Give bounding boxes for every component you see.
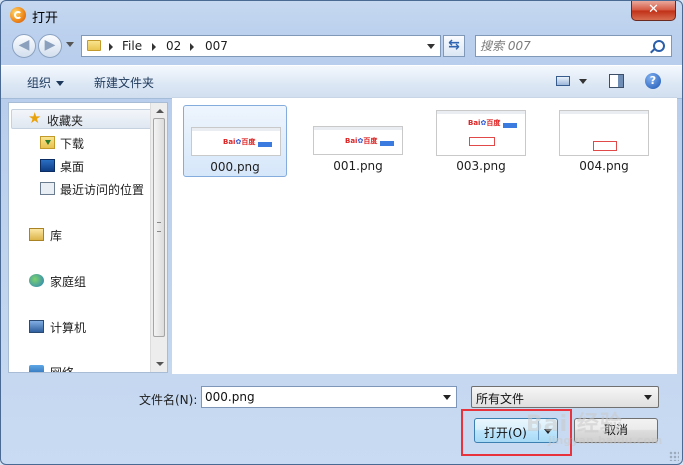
sidebar-item-homegroup[interactable]: 家庭组 xyxy=(9,271,151,291)
sidebar-scrollbar[interactable] xyxy=(150,103,167,372)
preview-pane-icon[interactable] xyxy=(609,74,624,88)
file-item[interactable]: 004.png xyxy=(552,105,656,177)
resize-grip-icon[interactable] xyxy=(669,451,679,461)
back-button[interactable]: ◀ xyxy=(12,34,36,58)
close-button[interactable]: ✕ xyxy=(631,1,676,21)
forward-button[interactable]: ▶ xyxy=(38,34,62,58)
sidebar-item-label: 桌面 xyxy=(60,160,85,174)
breadcrumb-separator-icon[interactable] xyxy=(109,43,113,51)
sidebar-item-label: 收藏夹 xyxy=(47,114,84,128)
network-icon xyxy=(29,365,44,372)
star-icon: ★ xyxy=(28,109,42,127)
sidebar-item-label: 网络 xyxy=(50,366,75,373)
file-thumbnail: Bai✿百度 xyxy=(313,126,403,155)
forward-arrow-icon: ▶ xyxy=(44,37,56,53)
new-folder-button[interactable]: 新建文件夹 xyxy=(94,74,154,91)
downloads-folder-icon xyxy=(40,136,55,149)
sidebar-item-network[interactable]: 网络 xyxy=(9,362,151,373)
open-file-dialog: 打开 ✕ ◀ ▶ File 02 007 ⇆ 组织 新建文件夹 ? ★ 收藏夹 xyxy=(0,0,683,465)
baidu-logo: Bai✿百度 xyxy=(223,138,256,146)
sidebar-item-desktop[interactable]: 桌面 xyxy=(9,156,151,176)
filename-label: 文件名(N): xyxy=(139,393,198,407)
breadcrumb-separator-icon[interactable] xyxy=(190,43,194,51)
baidu-logo: Bai✿百度 xyxy=(468,119,501,127)
breadcrumb-separator-icon[interactable] xyxy=(152,43,156,51)
file-item[interactable]: Bai✿百度 003.png xyxy=(429,105,533,177)
sidebar-item-label: 计算机 xyxy=(50,321,87,335)
file-type-value: 所有文件 xyxy=(476,392,525,406)
search-input[interactable] xyxy=(480,38,640,54)
file-name: 004.png xyxy=(579,159,629,173)
breadcrumb-item[interactable]: 02 xyxy=(166,39,181,53)
organize-label: 组织 xyxy=(27,76,52,90)
file-item[interactable]: Bai✿百度 000.png xyxy=(183,105,287,177)
watermark: Bai 经验 jingyan.baidu.com xyxy=(526,412,663,447)
organize-menu-button[interactable]: 组织 xyxy=(27,74,65,91)
file-list: Bai✿百度 000.png Bai✿百度 001.png Bai✿百度 003… xyxy=(172,97,677,374)
chevron-down-icon xyxy=(644,395,652,400)
chevron-down-icon xyxy=(56,81,65,86)
file-name: 000.png xyxy=(210,160,260,174)
grip-icon xyxy=(157,222,161,232)
breadcrumb-item[interactable]: File xyxy=(122,39,142,53)
desktop-icon xyxy=(40,159,55,172)
sidebar-item-label: 下载 xyxy=(60,137,85,151)
change-view-icon[interactable] xyxy=(556,76,570,86)
file-item[interactable]: Bai✿百度 001.png xyxy=(306,105,410,177)
sidebar-item-libraries[interactable]: 库 xyxy=(9,225,151,245)
close-icon: ✕ xyxy=(648,2,659,17)
file-type-select[interactable]: 所有文件 xyxy=(471,386,659,408)
recent-places-icon xyxy=(40,182,55,195)
file-name: 003.png xyxy=(456,159,506,173)
scrollbar-thumb[interactable] xyxy=(153,118,165,337)
file-name: 001.png xyxy=(333,159,383,173)
recent-pages-dropdown-icon[interactable] xyxy=(66,42,74,47)
sidebar-item-label: 家庭组 xyxy=(50,275,87,289)
refresh-icon: ⇆ xyxy=(448,37,460,53)
command-toolbar: 组织 新建文件夹 ? xyxy=(1,65,682,99)
sidebar-item-computer[interactable]: 计算机 xyxy=(9,317,151,337)
sidebar-item-label: 最近访问的位置 xyxy=(60,183,145,197)
navigation-pane: ★ 收藏夹 下载 桌面 最近访问的位置 库 家庭组 计算机 网络 xyxy=(8,102,168,373)
filename-combobox[interactable] xyxy=(201,386,457,408)
file-thumbnail xyxy=(559,110,649,156)
search-box[interactable] xyxy=(475,35,672,57)
search-icon[interactable] xyxy=(653,40,665,52)
filename-field[interactable] xyxy=(205,390,435,404)
baidu-logo: Bai✿百度 xyxy=(345,137,378,145)
help-icon[interactable]: ? xyxy=(645,73,661,89)
refresh-button[interactable]: ⇆ xyxy=(443,35,465,57)
sidebar-item-recent-places[interactable]: 最近访问的位置 xyxy=(9,179,151,199)
libraries-icon xyxy=(29,228,44,241)
computer-icon xyxy=(29,320,44,333)
chevron-down-icon[interactable] xyxy=(443,395,451,400)
address-bar[interactable]: File 02 007 xyxy=(81,35,441,57)
scroll-down-arrow-icon[interactable] xyxy=(156,362,164,366)
folder-icon xyxy=(87,40,101,51)
file-thumbnail: Bai✿百度 xyxy=(436,110,526,156)
back-arrow-icon: ◀ xyxy=(18,37,30,53)
view-options-dropdown-icon[interactable] xyxy=(579,79,587,84)
sidebar-item-downloads[interactable]: 下载 xyxy=(9,133,151,153)
file-thumbnail: Bai✿百度 xyxy=(191,127,281,156)
breadcrumb-item[interactable]: 007 xyxy=(205,39,228,53)
homegroup-icon xyxy=(29,274,44,287)
address-dropdown-icon[interactable] xyxy=(427,44,435,49)
window-title: 打开 xyxy=(32,11,59,26)
sidebar-item-favorites[interactable]: ★ 收藏夹 xyxy=(11,109,153,129)
scroll-up-arrow-icon[interactable] xyxy=(156,109,164,113)
app-icon xyxy=(10,7,26,23)
sidebar-item-label: 库 xyxy=(50,229,63,243)
title-bar[interactable]: 打开 ✕ xyxy=(1,1,682,29)
